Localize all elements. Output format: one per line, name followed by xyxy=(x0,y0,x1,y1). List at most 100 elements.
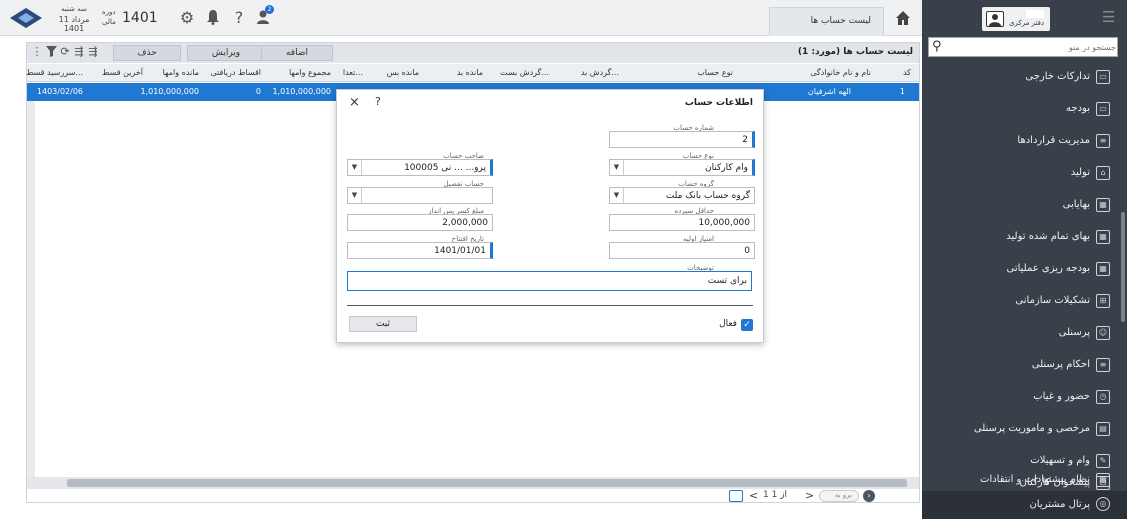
filter-icon[interactable] xyxy=(45,46,57,58)
goto-page-input[interactable]: برو به xyxy=(819,490,859,502)
sidebar-item-label: مرخصی و ماموریت پرسنلی xyxy=(973,423,1090,434)
office-label: دفتر مرکزی xyxy=(1009,19,1044,27)
sidebar-item-personnel[interactable]: ☺ پرسنلی xyxy=(922,318,1120,350)
column-header[interactable]: کد xyxy=(903,68,911,77)
column-header[interactable]: سررسید قسط... xyxy=(26,68,83,77)
column-header[interactable]: مانده بد xyxy=(457,68,483,77)
sidebar-item-label: پرتال مشتریان xyxy=(1029,499,1090,510)
column-header[interactable]: مانده بس xyxy=(387,68,419,77)
savings-deduction-field[interactable]: 2,000,000 xyxy=(347,214,493,231)
sidebar-scrollbar[interactable] xyxy=(1121,212,1125,322)
account-type-select[interactable]: ▼ وام کارکنان xyxy=(609,159,755,176)
sidebar-item-attendance[interactable]: ◷ حضور و غیاب xyxy=(922,382,1120,414)
sidebar-item-personnel-orders[interactable]: ≡ احکام پرسنلی xyxy=(922,350,1120,382)
column-header[interactable]: گردش بست... xyxy=(500,68,549,77)
cell-total-loans: 1,010,000,000 xyxy=(272,87,331,96)
initial-score-field[interactable]: 0 xyxy=(609,242,755,259)
sidebar-item-label: پرسنلی xyxy=(1058,327,1090,338)
column-header[interactable]: اقساط دریافتی xyxy=(210,68,261,77)
sidebar-header: دفتر مرکزی ☰ xyxy=(922,0,1127,36)
column-header[interactable]: نام و نام خانوادگی xyxy=(810,68,871,77)
chevron-down-icon[interactable]: ▼ xyxy=(610,160,624,175)
column-header[interactable]: آخرین قسط xyxy=(102,68,143,77)
column-header[interactable]: مجموع وامها xyxy=(289,68,331,77)
hamburger-menu-icon[interactable]: ☰ xyxy=(1102,10,1118,25)
active-label: فعال xyxy=(719,319,737,329)
tab-account-list[interactable]: لیست حساب ها xyxy=(769,7,884,36)
home-icon[interactable] xyxy=(892,10,914,30)
close-icon[interactable]: × xyxy=(349,95,360,110)
cell-due-date: 1403/02/06 xyxy=(36,87,83,96)
dialog-title: اطلاعات حساب xyxy=(684,98,753,108)
sidebar-item-customer-portal[interactable]: ◎ پرتال مشتریان xyxy=(922,493,1120,517)
sidebar-item-operational-budgeting[interactable]: ▦ بودجه ریزی عملیاتی xyxy=(922,254,1120,286)
sidebar-item-contracts[interactable]: ≡ مدیریت قراردادها xyxy=(922,126,1120,158)
description-value: برای تست xyxy=(707,276,747,286)
menu-search-input[interactable] xyxy=(951,38,1116,56)
account-group-select[interactable]: ▼ گروه حساب بانک ملت xyxy=(609,187,755,204)
search-icon[interactable]: ⚲ xyxy=(932,39,942,54)
detail-account-select[interactable]: ▼ xyxy=(347,187,493,204)
next-page-icon[interactable]: > xyxy=(805,489,814,502)
sidebar-item-external-procurement[interactable]: ▭ تدارکات خارجی xyxy=(922,62,1120,94)
vertical-scrollbar[interactable] xyxy=(27,101,35,477)
dialog-divider xyxy=(347,305,753,306)
chevron-down-icon[interactable]: ▼ xyxy=(348,188,362,203)
date-display: سه شنبه 11 مرداد 1401 xyxy=(48,5,100,33)
contract-icon: ≡ xyxy=(1096,134,1110,148)
horizontal-scrollbar[interactable] xyxy=(27,477,919,489)
more-options-icon[interactable]: ⋮ xyxy=(31,46,43,58)
min-deposit-field[interactable]: 10,000,000 xyxy=(609,214,755,231)
column-header[interactable]: نوع حساب xyxy=(697,68,733,77)
calculator-icon: ▦ xyxy=(1096,230,1110,244)
fiscal-period[interactable]: دوره مالی 1401 xyxy=(100,7,170,29)
page-info: 1 از 1 xyxy=(763,490,788,500)
help-icon[interactable]: ? xyxy=(375,95,381,108)
sidebar-bottom: ▦ نظام پیشنهادات و انتقادات ◎ پرتال مشتریا… xyxy=(922,473,1127,519)
add-button[interactable]: اضافه xyxy=(261,45,333,61)
avatar xyxy=(986,11,1004,27)
description-field[interactable]: برای تست xyxy=(347,271,752,291)
sidebar-item-leave-mission[interactable]: ▤ مرخصی و ماموریت پرسنلی xyxy=(922,414,1120,446)
sidebar-item-organization[interactable]: ⊞ تشکیلات سازمانی xyxy=(922,286,1120,318)
active-checkbox[interactable]: ✓ xyxy=(741,319,753,331)
grid-view-icon[interactable] xyxy=(729,490,743,502)
office-selector[interactable]: دفتر مرکزی xyxy=(982,7,1050,31)
account-owner-select[interactable]: ▼ 100005 پرو... ... نی xyxy=(347,159,493,176)
account-number-field[interactable]: 2 xyxy=(609,131,755,148)
calculator-icon: ▦ xyxy=(1096,198,1110,212)
bell-icon[interactable] xyxy=(204,9,222,27)
sidebar-item-costing[interactable]: ▦ بهایابی xyxy=(922,190,1120,222)
refresh-icon[interactable]: ⟳ xyxy=(59,46,71,58)
weekday-label: سه شنبه xyxy=(61,5,87,13)
initial-score-value: 0 xyxy=(744,246,750,256)
export-icon[interactable]: ⇶ xyxy=(73,46,85,58)
column-header[interactable]: گردش بد... xyxy=(581,68,619,77)
sidebar-item-label: تدارکات خارجی xyxy=(1025,71,1090,82)
sidebar-item-budget[interactable]: ▭ بودجه xyxy=(922,94,1120,126)
prev-page-icon[interactable]: < xyxy=(749,489,758,502)
help-icon[interactable]: ? xyxy=(230,9,248,27)
sidebar-item-label: مدیریت قراردادها xyxy=(1017,135,1090,146)
chevron-down-icon[interactable]: ▼ xyxy=(610,188,624,203)
savings-deduction-value: 2,000,000 xyxy=(442,218,488,228)
list-title: لیست حساب ها (مورد: 1) xyxy=(797,47,913,57)
opening-date-field[interactable]: 1401/01/01 xyxy=(347,242,493,259)
account-type-value: وام کارکنان xyxy=(704,163,748,173)
delete-button[interactable]: حذف xyxy=(113,45,181,61)
sidebar-item-suggestions[interactable]: ▦ نظام پیشنهادات و انتقادات xyxy=(922,471,1120,491)
sidebar-item-production-cost[interactable]: ▦ بهای تمام شده تولید xyxy=(922,222,1120,254)
scrollbar-thumb[interactable] xyxy=(67,479,907,487)
chevron-down-icon[interactable]: ▼ xyxy=(348,160,362,175)
submit-button[interactable]: ثبت xyxy=(349,316,417,332)
sidebar-item-label: بودجه xyxy=(1066,103,1090,114)
sidebar-item-production[interactable]: ⌂ تولید xyxy=(922,158,1120,190)
menu-search[interactable]: ⚲ xyxy=(928,37,1118,57)
settings-gear-icon[interactable]: ⚙ xyxy=(178,9,196,27)
column-header[interactable]: تعدا... xyxy=(343,68,363,77)
sidebar-item-label: بهای تمام شده تولید xyxy=(1006,231,1090,242)
column-header[interactable]: مانده وامها xyxy=(163,68,199,77)
goto-arrow-icon[interactable]: › xyxy=(863,490,875,502)
edit-button[interactable]: ویرایش xyxy=(187,45,265,61)
import-icon[interactable]: ⇶ xyxy=(87,46,99,58)
